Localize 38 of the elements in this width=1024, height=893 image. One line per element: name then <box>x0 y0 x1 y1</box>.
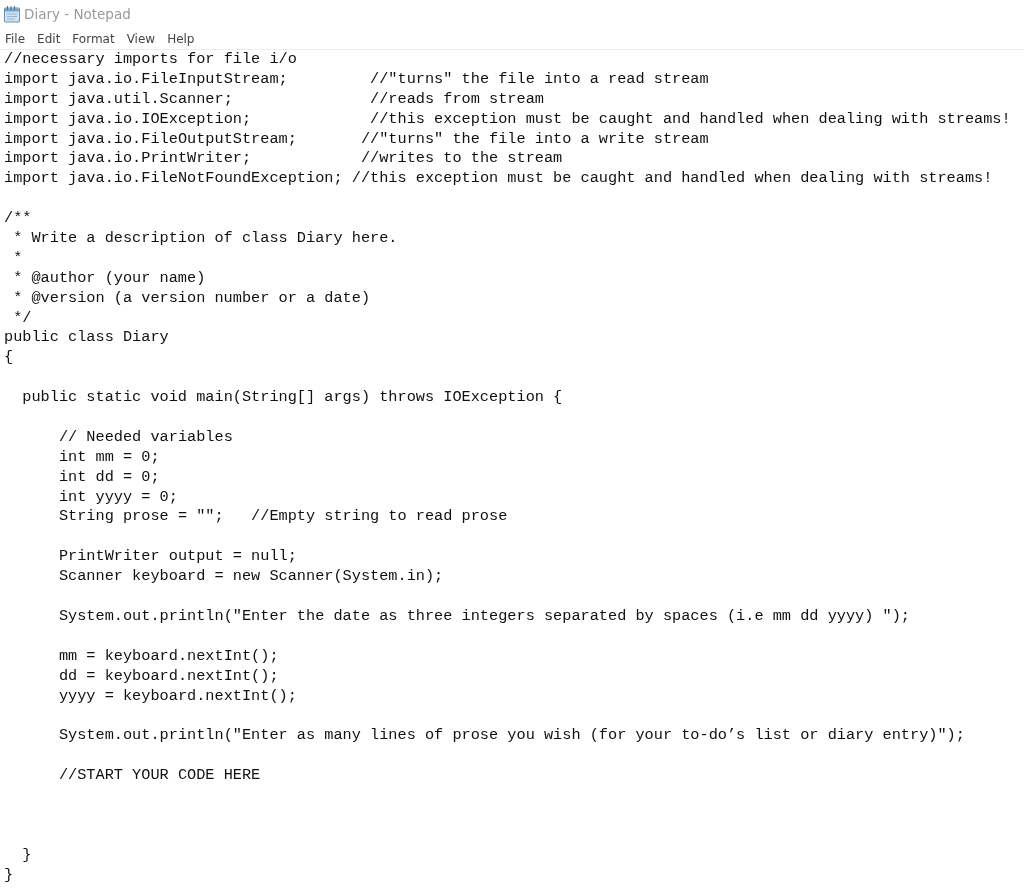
window-title: Diary - Notepad <box>24 6 131 22</box>
code-line: mm = keyboard.nextInt(); <box>58 646 279 667</box>
code-line: Scanner keyboard = new Scanner(System.in); <box>58 567 444 588</box>
code-line: int yyyy = 0; <box>58 487 178 508</box>
code-line: import java.io.PrintWriter; //writes to the stream <box>4 149 563 170</box>
code-line: System.out.println("Enter the date as three integers separated by spaces (i.e mm dd yyyy) "); <box>58 606 910 627</box>
code-line: public class Diary <box>4 328 169 349</box>
code-line: import java.io.FileOutputStream; //"turns" the file into a write stream <box>4 129 709 150</box>
code-line: yyyy = keyboard.nextInt(); <box>58 686 297 707</box>
code-line: System.out.println("Enter as many lines of prose you wish (for your to-do’s list or diary entry)"); <box>58 726 965 747</box>
code-line: /** <box>4 209 32 230</box>
code-line: */ <box>13 308 32 329</box>
code-line: // Needed variables <box>58 427 233 448</box>
menu-item[interactable]: Help <box>167 31 195 46</box>
code-line: * Write a description of class Diary here. <box>13 229 398 249</box>
code-line: int mm = 0; <box>58 447 160 468</box>
code-line: { <box>4 348 14 369</box>
code-line: PrintWriter output = null; <box>58 547 297 568</box>
menu-item[interactable]: File <box>5 31 26 46</box>
code-line: * @author (your name) <box>13 268 206 289</box>
code-line: //START YOUR CODE HERE <box>58 766 261 786</box>
code-line: } <box>22 845 32 866</box>
code-line: import java.util.Scanner; //reads from stream <box>4 89 544 110</box>
code-line: import java.io.FileNotFoundException; //this exception must be caught and handled when dealing with streams! <box>4 169 993 190</box>
notepad-icon <box>3 5 21 23</box>
code-line: * @version (a version number or a date) <box>13 288 371 309</box>
code-line: String prose = ""; //Empty string to read prose <box>58 507 508 528</box>
menu-item[interactable]: Edit <box>37 31 61 46</box>
code-line: * <box>13 248 23 269</box>
menu-item[interactable]: Format <box>72 31 115 46</box>
code-line: } <box>4 865 14 886</box>
code-line: import java.io.IOException; //this exception must be caught and handled when dealing with streams! <box>4 109 1011 130</box>
menu-item[interactable]: View <box>126 31 156 46</box>
code-line: public static void main(String[] args) throws IOException { <box>22 388 563 409</box>
code-line: dd = keyboard.nextInt(); <box>58 666 279 687</box>
code-line: //necessary imports for file i/o <box>4 50 297 70</box>
code-line: int dd = 0; <box>58 467 160 488</box>
code-line: import java.io.FileInputStream; //"turns" the file into a read stream <box>4 69 709 90</box>
